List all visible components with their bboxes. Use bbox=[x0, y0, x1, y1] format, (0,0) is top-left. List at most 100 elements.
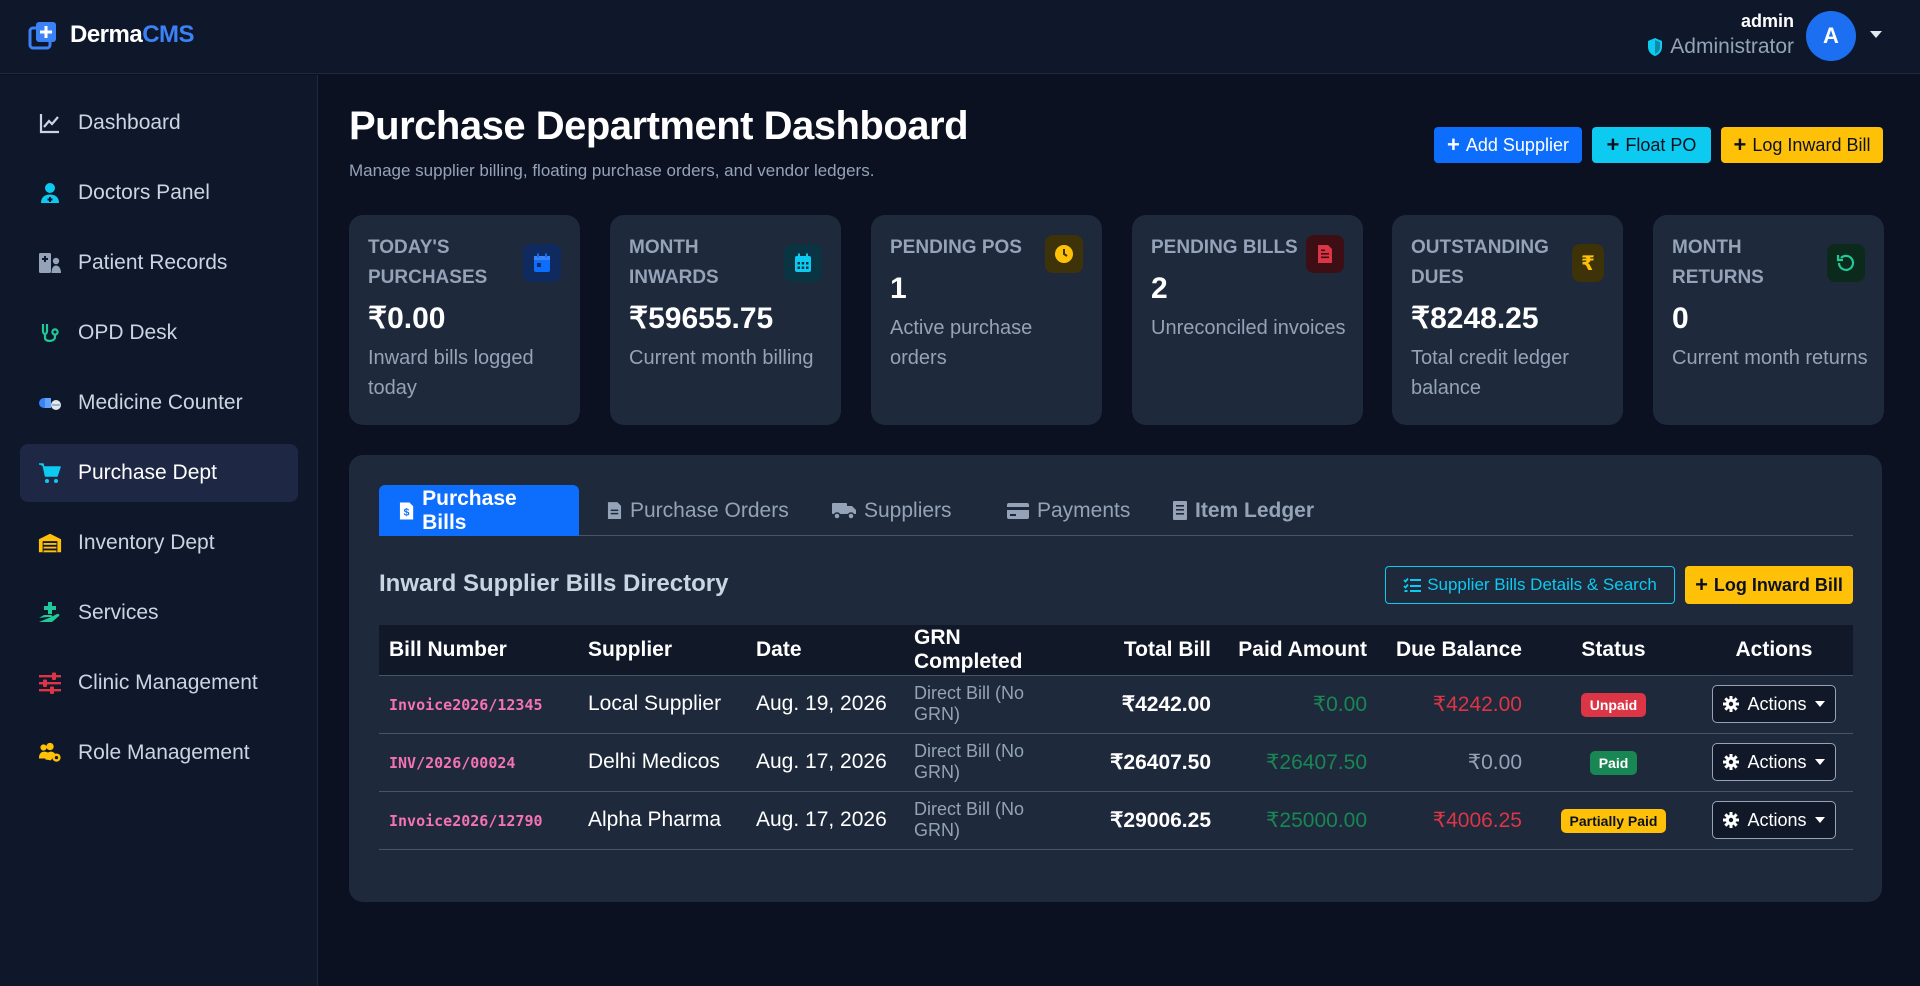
column-header-paid-amount[interactable]: Paid Amount bbox=[1221, 625, 1377, 675]
sidebar-item-label: Purchase Dept bbox=[78, 461, 217, 484]
status-cell: Partially Paid bbox=[1532, 791, 1695, 850]
supplier-bills-details-button[interactable]: Supplier Bills Details & Search bbox=[1385, 566, 1675, 604]
actions-dropdown-button[interactable]: Actions bbox=[1712, 801, 1836, 839]
total-bill-cell: ₹26407.50 bbox=[1081, 733, 1221, 792]
log-inward-bill-button-secondary[interactable]: + Log Inward Bill bbox=[1685, 566, 1853, 604]
user-role: Administrator bbox=[1646, 32, 1794, 62]
actions-dropdown-button[interactable]: Actions bbox=[1712, 743, 1836, 781]
due-balance-cell: ₹4006.25 bbox=[1377, 791, 1532, 850]
sidebar-item-services[interactable]: Services bbox=[20, 584, 298, 642]
actions-cell: Actions bbox=[1695, 791, 1853, 850]
actions-cell: Actions bbox=[1695, 674, 1853, 734]
column-header-grn[interactable]: GRN Completed bbox=[904, 625, 1081, 675]
table-row: Invoice2026/12345 Local Supplier Aug. 19… bbox=[379, 674, 1853, 734]
hospital-user-icon bbox=[39, 253, 61, 273]
file-invoice-icon bbox=[1306, 235, 1344, 273]
actions-dropdown-button[interactable]: Actions bbox=[1712, 685, 1836, 723]
bill-number-cell[interactable]: INV/2026/00024 bbox=[379, 733, 578, 792]
supplier-cell: Alpha Pharma bbox=[578, 791, 746, 850]
sidebar-item-label: Doctors Panel bbox=[78, 181, 210, 204]
user-name: admin bbox=[1740, 11, 1794, 31]
sidebar-item-clinic-management[interactable]: Clinic Management bbox=[20, 654, 298, 712]
user-doctor-icon bbox=[41, 183, 59, 203]
date-cell: Aug. 19, 2026 bbox=[746, 674, 904, 734]
stat-card-todays-purchases: TODAY'S PURCHASES ₹0.00 Inward bills log… bbox=[349, 215, 580, 425]
supplier-cell: Local Supplier bbox=[578, 674, 746, 734]
tab-suppliers[interactable]: Suppliers bbox=[812, 485, 972, 536]
stat-desc: Active purchase orders bbox=[890, 317, 1033, 369]
date-cell: Aug. 17, 2026 bbox=[746, 791, 904, 850]
bill-number-cell[interactable]: Invoice2026/12790 bbox=[379, 791, 578, 850]
plus-icon: + bbox=[1733, 132, 1747, 157]
sidebar-item-role-management[interactable]: Role Management bbox=[20, 724, 298, 782]
stat-desc: Current month billing bbox=[629, 347, 814, 369]
bill-number-cell[interactable]: Invoice2026/12345 bbox=[379, 674, 578, 734]
column-header-due-balance[interactable]: Due Balance bbox=[1377, 625, 1532, 675]
sidebar: Dashboard Doctors Panel Patient Records … bbox=[0, 75, 318, 986]
column-header-actions: Actions bbox=[1735, 637, 1813, 661]
sidebar-item-label: Role Management bbox=[78, 741, 250, 764]
column-header-date[interactable]: Date bbox=[746, 625, 904, 675]
sidebar-item-label: Services bbox=[78, 601, 159, 624]
grn-cell: Direct Bill (No GRN) bbox=[904, 674, 1081, 734]
log-inward-bill-button[interactable]: + Log Inward Bill bbox=[1721, 127, 1883, 163]
tab-purchase-orders[interactable]: Purchase Orders bbox=[587, 485, 809, 536]
purchase-bills-panel: $ Purchase Bills Purchase Orders Supplie… bbox=[349, 455, 1882, 902]
stat-value: 1 bbox=[890, 272, 907, 305]
status-badge: Unpaid bbox=[1580, 692, 1647, 717]
sidebar-item-dashboard[interactable]: Dashboard bbox=[20, 94, 298, 152]
stat-desc: Inward bills logged today bbox=[368, 347, 534, 399]
stethoscope-icon bbox=[41, 324, 59, 342]
stat-label: MONTH INWARDS bbox=[629, 237, 719, 288]
grn-cell: Direct Bill (No GRN) bbox=[904, 791, 1081, 850]
status-cell: Unpaid bbox=[1532, 674, 1695, 734]
gear-icon bbox=[1723, 696, 1740, 712]
grn-cell: Direct Bill (No GRN) bbox=[904, 733, 1081, 792]
column-header-total-bill[interactable]: Total Bill bbox=[1081, 625, 1221, 675]
gear-icon bbox=[1723, 812, 1740, 828]
tab-purchase-bills[interactable]: $ Purchase Bills bbox=[379, 485, 579, 536]
users-gear-icon bbox=[38, 742, 61, 762]
column-header-bill-number[interactable]: Bill Number bbox=[379, 625, 578, 675]
stat-card-outstanding-dues: OUTSTANDING DUES ₹8248.25 Total credit l… bbox=[1392, 215, 1623, 425]
sidebar-item-doctors-panel[interactable]: Doctors Panel bbox=[20, 164, 298, 222]
brand-name: DermaCMS bbox=[70, 21, 195, 48]
avatar[interactable]: A bbox=[1806, 11, 1856, 61]
clock-icon bbox=[1045, 235, 1083, 273]
tab-item-ledger[interactable]: Item Ledger bbox=[1153, 485, 1334, 536]
cart-icon bbox=[39, 463, 61, 483]
credit-card-icon bbox=[1007, 502, 1029, 519]
float-po-button[interactable]: + Float PO bbox=[1592, 127, 1711, 163]
sidebar-item-opd-desk[interactable]: OPD Desk bbox=[20, 304, 298, 362]
status-cell: Paid bbox=[1532, 733, 1695, 792]
paid-amount-cell: ₹26407.50 bbox=[1221, 733, 1377, 792]
page-title: Purchase Department Dashboard bbox=[349, 104, 969, 148]
section-title: Inward Supplier Bills Directory bbox=[379, 570, 729, 597]
paid-amount-cell: ₹25000.00 bbox=[1221, 791, 1377, 850]
sidebar-item-purchase-dept[interactable]: Purchase Dept bbox=[20, 444, 298, 502]
total-bill-cell: ₹29006.25 bbox=[1081, 791, 1221, 850]
stat-card-month-inwards: MONTH INWARDS ₹59655.75 Current month bi… bbox=[610, 215, 841, 425]
column-header-supplier[interactable]: Supplier bbox=[578, 625, 746, 675]
undo-icon bbox=[1827, 244, 1865, 282]
sidebar-item-inventory-dept[interactable]: Inventory Dept bbox=[20, 514, 298, 572]
status-badge: Partially Paid bbox=[1560, 808, 1667, 833]
stat-value: 0 bbox=[1672, 302, 1689, 335]
truck-icon bbox=[832, 502, 856, 520]
shield-icon bbox=[1648, 38, 1663, 56]
sidebar-item-patient-records[interactable]: Patient Records bbox=[20, 234, 298, 292]
svg-text:$: $ bbox=[404, 507, 410, 518]
stat-card-pending-bills: PENDING BILLS 2 Unreconciled invoices bbox=[1132, 215, 1363, 425]
sidebar-item-label: Inventory Dept bbox=[78, 531, 215, 554]
rupee-icon: ₹ bbox=[1572, 244, 1604, 282]
user-menu-caret-icon[interactable] bbox=[1870, 31, 1882, 38]
sidebar-item-medicine-counter[interactable]: Medicine Counter bbox=[20, 374, 298, 432]
brand[interactable]: DermaCMS bbox=[28, 20, 195, 50]
top-bar: DermaCMS admin Administrator A bbox=[0, 0, 1920, 74]
list-check-icon bbox=[1403, 577, 1422, 592]
tab-payments[interactable]: Payments bbox=[987, 485, 1150, 536]
column-header-status[interactable]: Status bbox=[1532, 625, 1695, 675]
plus-icon: + bbox=[1447, 132, 1460, 157]
table-header-row: Bill Number Supplier Date GRN Completed … bbox=[379, 625, 1853, 675]
add-supplier-button[interactable]: + Add Supplier bbox=[1434, 127, 1582, 163]
